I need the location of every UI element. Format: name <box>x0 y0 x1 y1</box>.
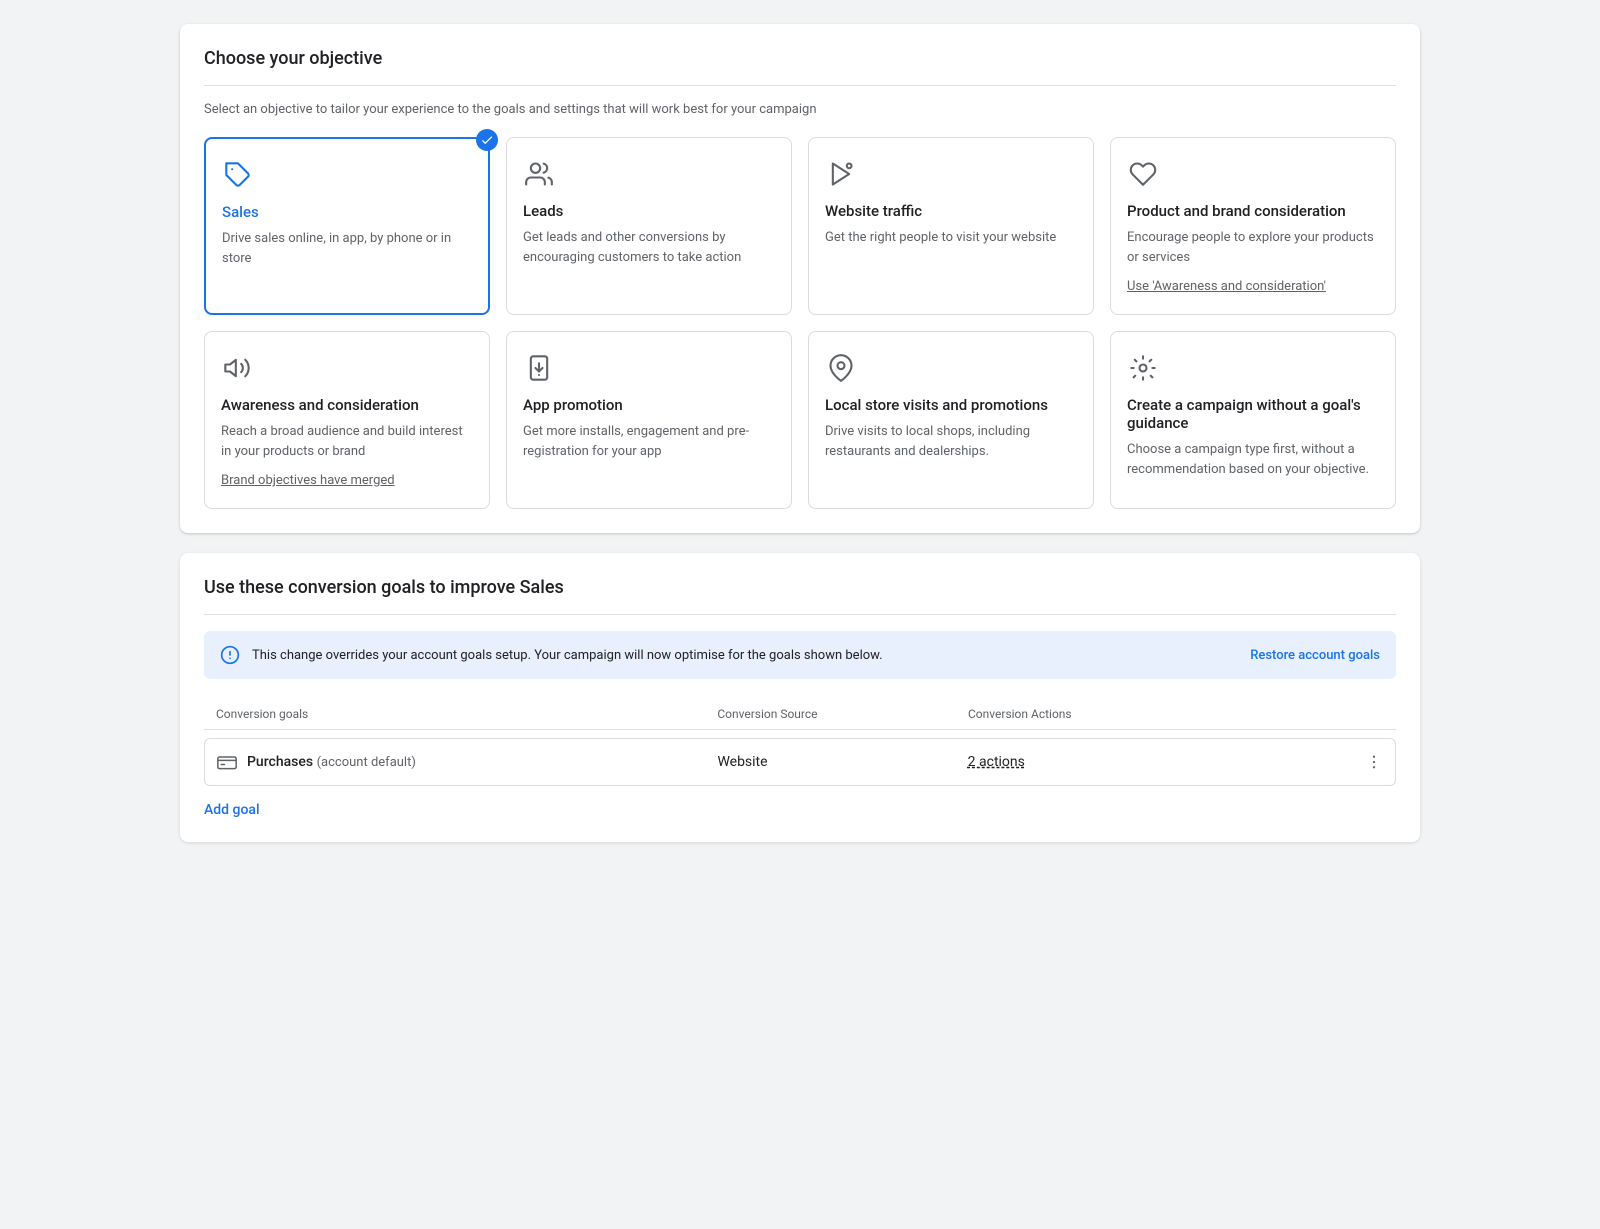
table-header: Conversion goals Conversion Source Conve… <box>204 699 1396 730</box>
objective-app-promotion[interactable]: App promotion Get more installs, engagem… <box>506 331 792 509</box>
more-options-button[interactable] <box>1343 753 1383 771</box>
awareness-title: Awareness and consideration <box>221 396 473 414</box>
sales-desc: Drive sales online, in app, by phone or … <box>222 229 472 268</box>
awareness-icon <box>221 352 253 384</box>
local-store-title: Local store visits and promotions <box>825 396 1077 414</box>
objective-website-traffic[interactable]: Website traffic Get the right people to … <box>808 137 1094 315</box>
conversion-card: Use these conversion goals to improve Sa… <box>180 553 1420 842</box>
purchases-icon <box>217 754 237 770</box>
objective-no-goal[interactable]: Create a campaign without a goal's guida… <box>1110 331 1396 509</box>
add-goal-link[interactable]: Add goal <box>204 802 260 818</box>
sales-title: Sales <box>222 203 472 221</box>
objective-local-store[interactable]: Local store visits and promotions Drive … <box>808 331 1094 509</box>
awareness-link[interactable]: Brand objectives have merged <box>221 473 473 488</box>
table-row: Purchases (account default) Website 2 ac… <box>204 738 1396 786</box>
divider-1 <box>204 85 1396 86</box>
app-promotion-desc: Get more installs, engagement and pre-re… <box>523 422 775 461</box>
no-goal-icon <box>1127 352 1159 384</box>
actions-cell: 2 actions <box>968 754 1343 770</box>
leads-desc: Get leads and other conversions by encou… <box>523 228 775 267</box>
goal-cell: Purchases (account default) <box>217 754 717 770</box>
product-brand-link[interactable]: Use 'Awareness and consideration' <box>1127 279 1379 294</box>
no-goal-title: Create a campaign without a goal's guida… <box>1127 396 1379 432</box>
sales-icon <box>222 159 254 191</box>
info-banner: This change overrides your account goals… <box>204 631 1396 679</box>
restore-account-goals-link[interactable]: Restore account goals <box>1250 648 1380 663</box>
website-traffic-title: Website traffic <box>825 202 1077 220</box>
local-store-icon <box>825 352 857 384</box>
product-brand-desc: Encourage people to explore your product… <box>1127 228 1379 267</box>
selected-check-icon <box>476 129 498 151</box>
awareness-desc: Reach a broad audience and build interes… <box>221 422 473 461</box>
divider-2 <box>204 614 1396 615</box>
objective-subtitle: Select an objective to tailor your exper… <box>204 102 1396 117</box>
product-brand-title: Product and brand consideration <box>1127 202 1379 220</box>
objective-product-brand[interactable]: Product and brand consideration Encourag… <box>1110 137 1396 315</box>
objective-awareness[interactable]: Awareness and consideration Reach a broa… <box>204 331 490 509</box>
product-brand-icon <box>1127 158 1159 190</box>
info-banner-text: This change overrides your account goals… <box>252 648 1238 663</box>
account-default-suffix: (account default) <box>317 755 416 770</box>
leads-icon <box>523 158 555 190</box>
app-promotion-icon <box>523 352 555 384</box>
info-icon <box>220 645 240 665</box>
objective-sales[interactable]: Sales Drive sales online, in app, by pho… <box>204 137 490 315</box>
actions-link[interactable]: 2 actions <box>968 754 1025 770</box>
website-traffic-desc: Get the right people to visit your websi… <box>825 228 1077 248</box>
objectives-grid: Sales Drive sales online, in app, by pho… <box>204 137 1396 509</box>
conversion-title: Use these conversion goals to improve Sa… <box>204 577 1396 598</box>
objective-section-title: Choose your objective <box>204 48 1396 69</box>
no-goal-desc: Choose a campaign type first, without a … <box>1127 440 1379 479</box>
local-store-desc: Drive visits to local shops, including r… <box>825 422 1077 461</box>
source-cell: Website <box>717 754 967 770</box>
col-header-goals: Conversion goals <box>216 707 717 721</box>
purchases-label: Purchases (account default) <box>247 754 416 770</box>
website-traffic-icon <box>825 158 857 190</box>
app-promotion-title: App promotion <box>523 396 775 414</box>
page-container: Choose your objective Select an objectiv… <box>180 24 1420 842</box>
col-header-source: Conversion Source <box>717 707 968 721</box>
col-header-actions: Conversion Actions <box>968 707 1344 721</box>
leads-title: Leads <box>523 202 775 220</box>
objective-card-container: Choose your objective Select an objectiv… <box>180 24 1420 533</box>
objective-leads[interactable]: Leads Get leads and other conversions by… <box>506 137 792 315</box>
col-header-more <box>1344 707 1384 721</box>
